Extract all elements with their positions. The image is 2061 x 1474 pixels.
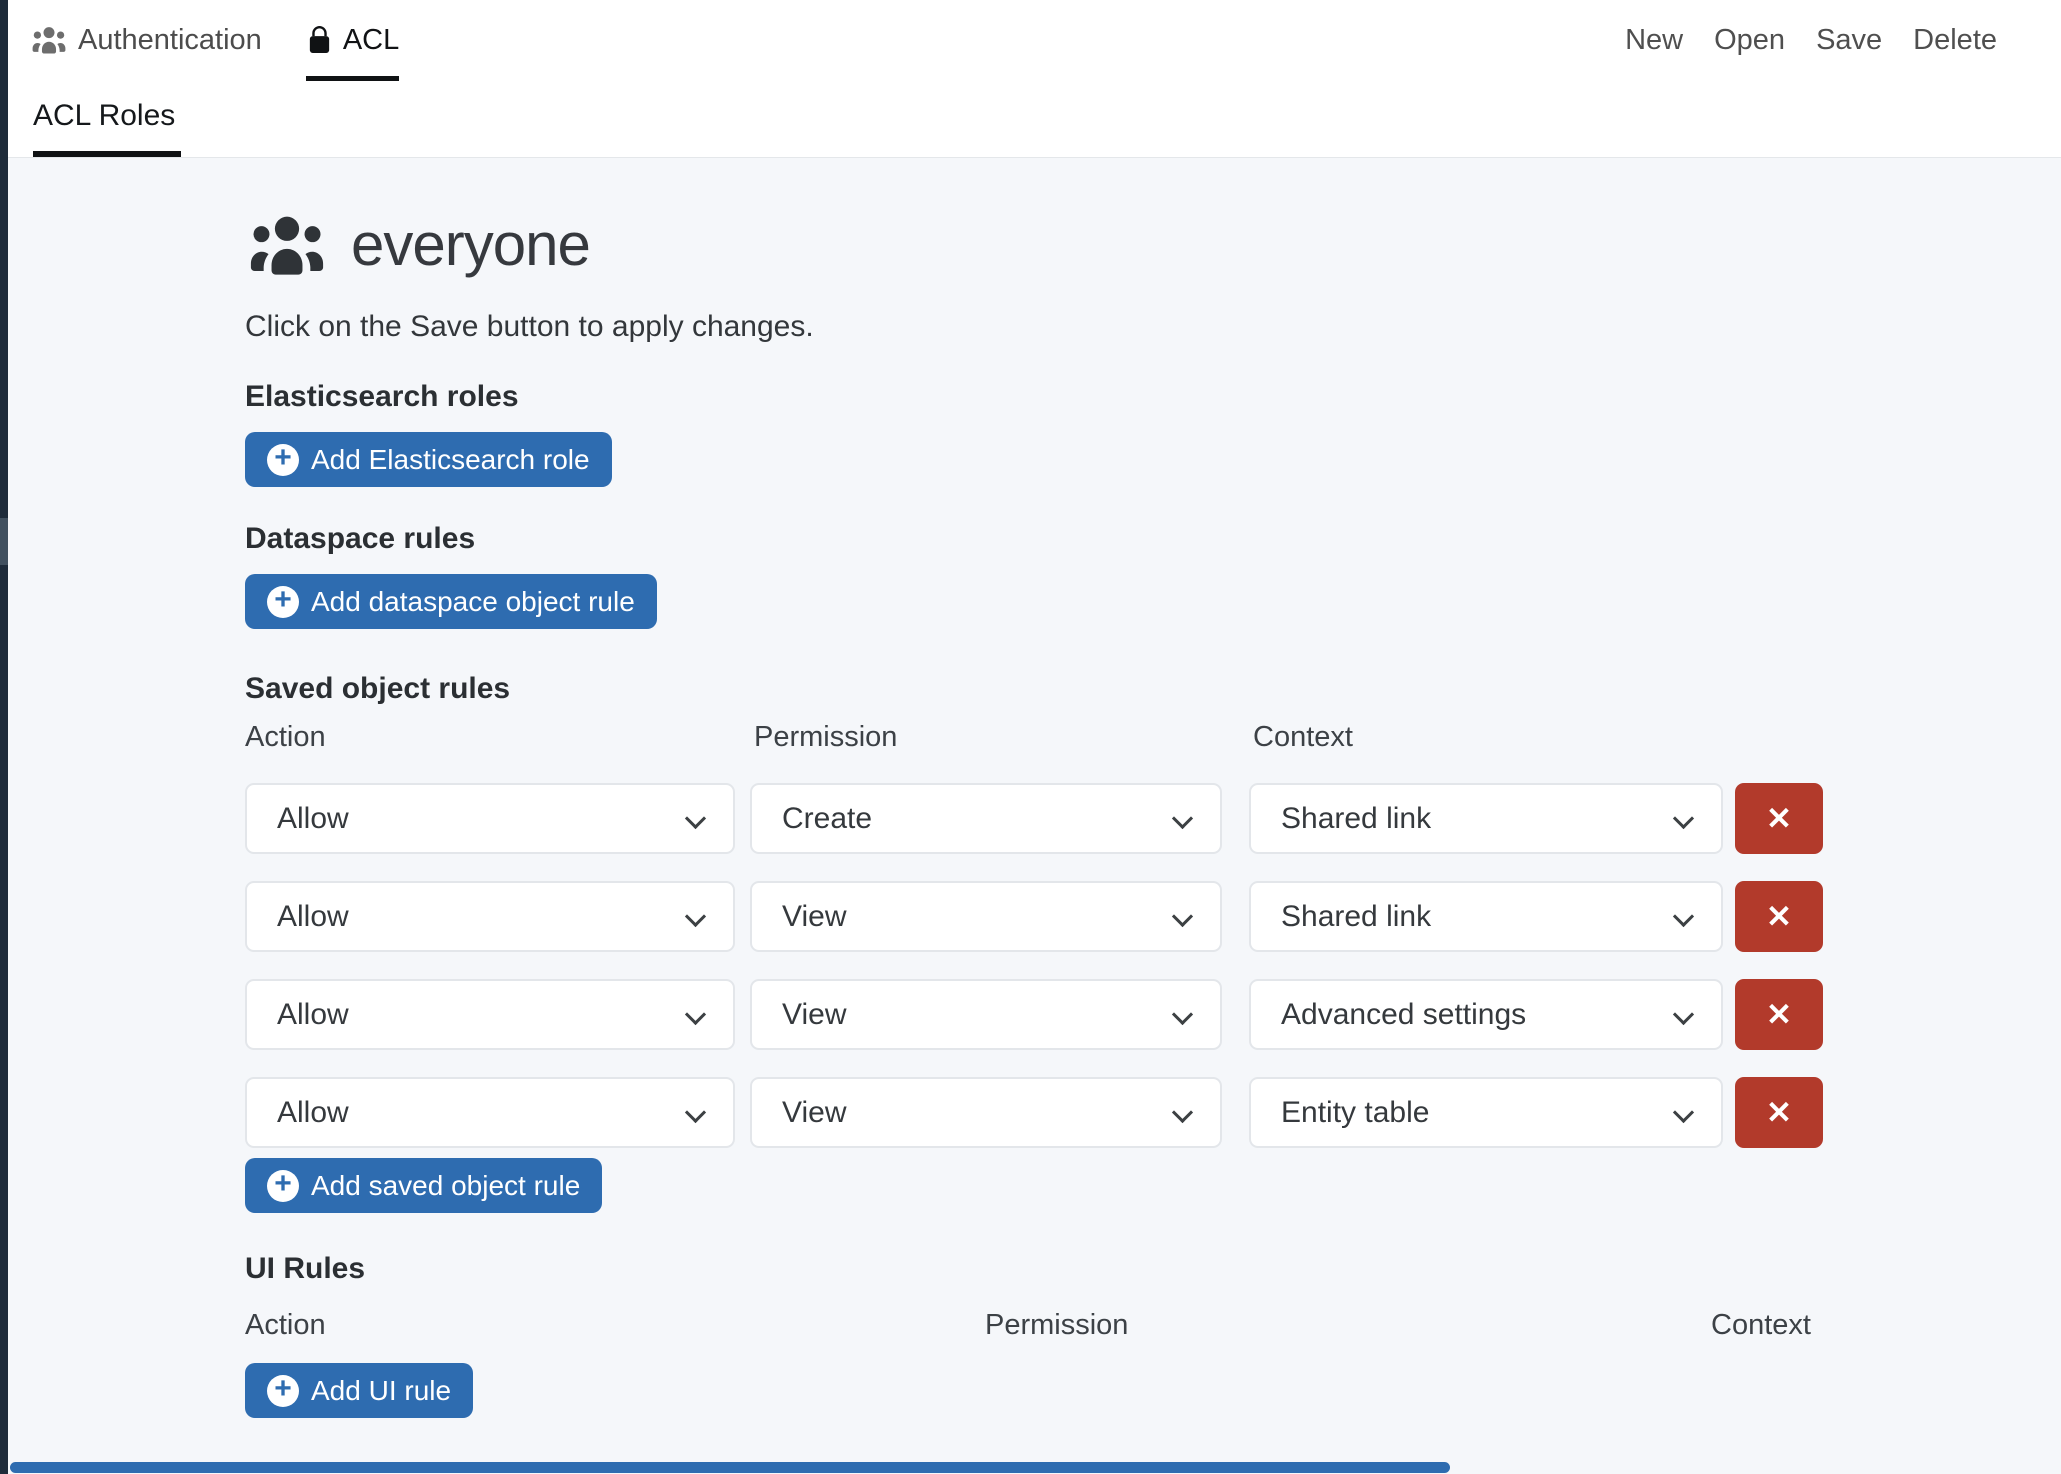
sub-tab-bar: ACL Roles [8,81,2061,157]
action-select[interactable]: Allow [245,1077,735,1148]
vertical-scrollbar-track[interactable] [0,0,8,1474]
saved-object-rules-columns: Action Permission Context [245,721,2061,757]
chevron-down-icon [1673,808,1694,829]
saved-object-rule-row: Allow View Shared link ✕ [245,881,2061,952]
page-title: everyone [351,210,590,279]
chevron-down-icon [685,808,706,829]
add-dataspace-object-rule-button[interactable]: + Add dataspace object rule [245,574,657,629]
horizontal-scrollbar-thumb[interactable] [10,1462,1450,1473]
add-elasticsearch-role-label: Add Elasticsearch role [311,444,590,476]
dataspace-rules-heading: Dataspace rules [245,521,2061,557]
chevron-down-icon [1172,1004,1193,1025]
context-select[interactable]: Shared link [1249,881,1723,952]
column-context-label: Context [1711,1309,1811,1342]
vertical-scrollbar-thumb[interactable] [0,518,8,565]
chevron-down-icon [1172,1102,1193,1123]
tab-acl-label: ACL [343,24,399,57]
add-ui-rule-button[interactable]: + Add UI rule [245,1363,473,1418]
x-icon: ✕ [1766,997,1792,1033]
chevron-down-icon [685,1102,706,1123]
x-icon: ✕ [1766,801,1792,837]
lock-icon [306,24,333,56]
permission-select[interactable]: View [750,979,1222,1050]
action-select[interactable]: Allow [245,783,735,854]
open-button[interactable]: Open [1714,24,1785,57]
permission-select[interactable]: View [750,1077,1222,1148]
remove-rule-button[interactable]: ✕ [1735,979,1823,1050]
x-icon: ✕ [1766,899,1792,935]
add-saved-object-rule-button[interactable]: + Add saved object rule [245,1158,602,1213]
x-icon: ✕ [1766,1095,1792,1131]
save-button[interactable]: Save [1816,24,1882,57]
save-hint-text: Click on the Save button to apply change… [245,309,2061,345]
chevron-down-icon [1172,906,1193,927]
tab-authentication-label: Authentication [78,24,262,57]
main-content: everyone Click on the Save button to app… [8,158,2061,1474]
permission-select[interactable]: View [750,881,1222,952]
column-permission-label: Permission [985,1309,1128,1342]
saved-object-rule-row: Allow View Advanced settings ✕ [245,979,2061,1050]
add-dataspace-object-rule-label: Add dataspace object rule [311,586,635,618]
chevron-down-icon [1673,906,1694,927]
tab-authentication[interactable]: Authentication [30,0,262,81]
action-select[interactable]: Allow [245,979,735,1050]
add-saved-object-rule-label: Add saved object rule [311,1170,580,1202]
saved-object-rules-heading: Saved object rules [245,671,2061,707]
plus-circle-icon: + [267,1375,299,1407]
delete-button[interactable]: Delete [1913,24,1997,57]
column-context-label: Context [1253,721,1353,754]
add-ui-rule-label: Add UI rule [311,1375,451,1407]
plus-circle-icon: + [267,1170,299,1202]
context-select[interactable]: Entity table [1249,1077,1723,1148]
tab-acl-roles[interactable]: ACL Roles [33,81,181,157]
column-permission-label: Permission [754,721,897,754]
elasticsearch-roles-heading: Elasticsearch roles [245,379,2061,415]
saved-object-rules-list: Allow Create Shared link ✕ Allow View [245,783,2061,1148]
saved-object-rule-row: Allow Create Shared link ✕ [245,783,2061,854]
header: Authentication ACL New Open Save Delete … [8,0,2061,158]
plus-circle-icon: + [267,444,299,476]
ui-rules-columns: Action Permission Context [245,1309,2061,1345]
remove-rule-button[interactable]: ✕ [1735,1077,1823,1148]
tab-acl-roles-label: ACL Roles [33,99,175,133]
column-action-label: Action [245,1309,326,1342]
chevron-down-icon [1673,1004,1694,1025]
column-action-label: Action [245,721,326,754]
chevron-down-icon [1172,808,1193,829]
permission-select[interactable]: Create [750,783,1222,854]
context-select[interactable]: Shared link [1249,783,1723,854]
ui-rules-heading: UI Rules [245,1251,2061,1287]
chevron-down-icon [685,906,706,927]
remove-rule-button[interactable]: ✕ [1735,783,1823,854]
new-button[interactable]: New [1625,24,1683,57]
action-select[interactable]: Allow [245,881,735,952]
role-header: everyone [245,210,2061,279]
users-icon [30,25,68,55]
context-select[interactable]: Advanced settings [1249,979,1723,1050]
saved-object-rule-row: Allow View Entity table ✕ [245,1077,2061,1148]
plus-circle-icon: + [267,586,299,618]
users-group-icon [245,212,329,278]
chevron-down-icon [1673,1102,1694,1123]
chevron-down-icon [685,1004,706,1025]
tab-acl[interactable]: ACL [306,0,399,81]
top-navigation: Authentication ACL New Open Save Delete [8,0,2061,81]
add-elasticsearch-role-button[interactable]: + Add Elasticsearch role [245,432,612,487]
remove-rule-button[interactable]: ✕ [1735,881,1823,952]
